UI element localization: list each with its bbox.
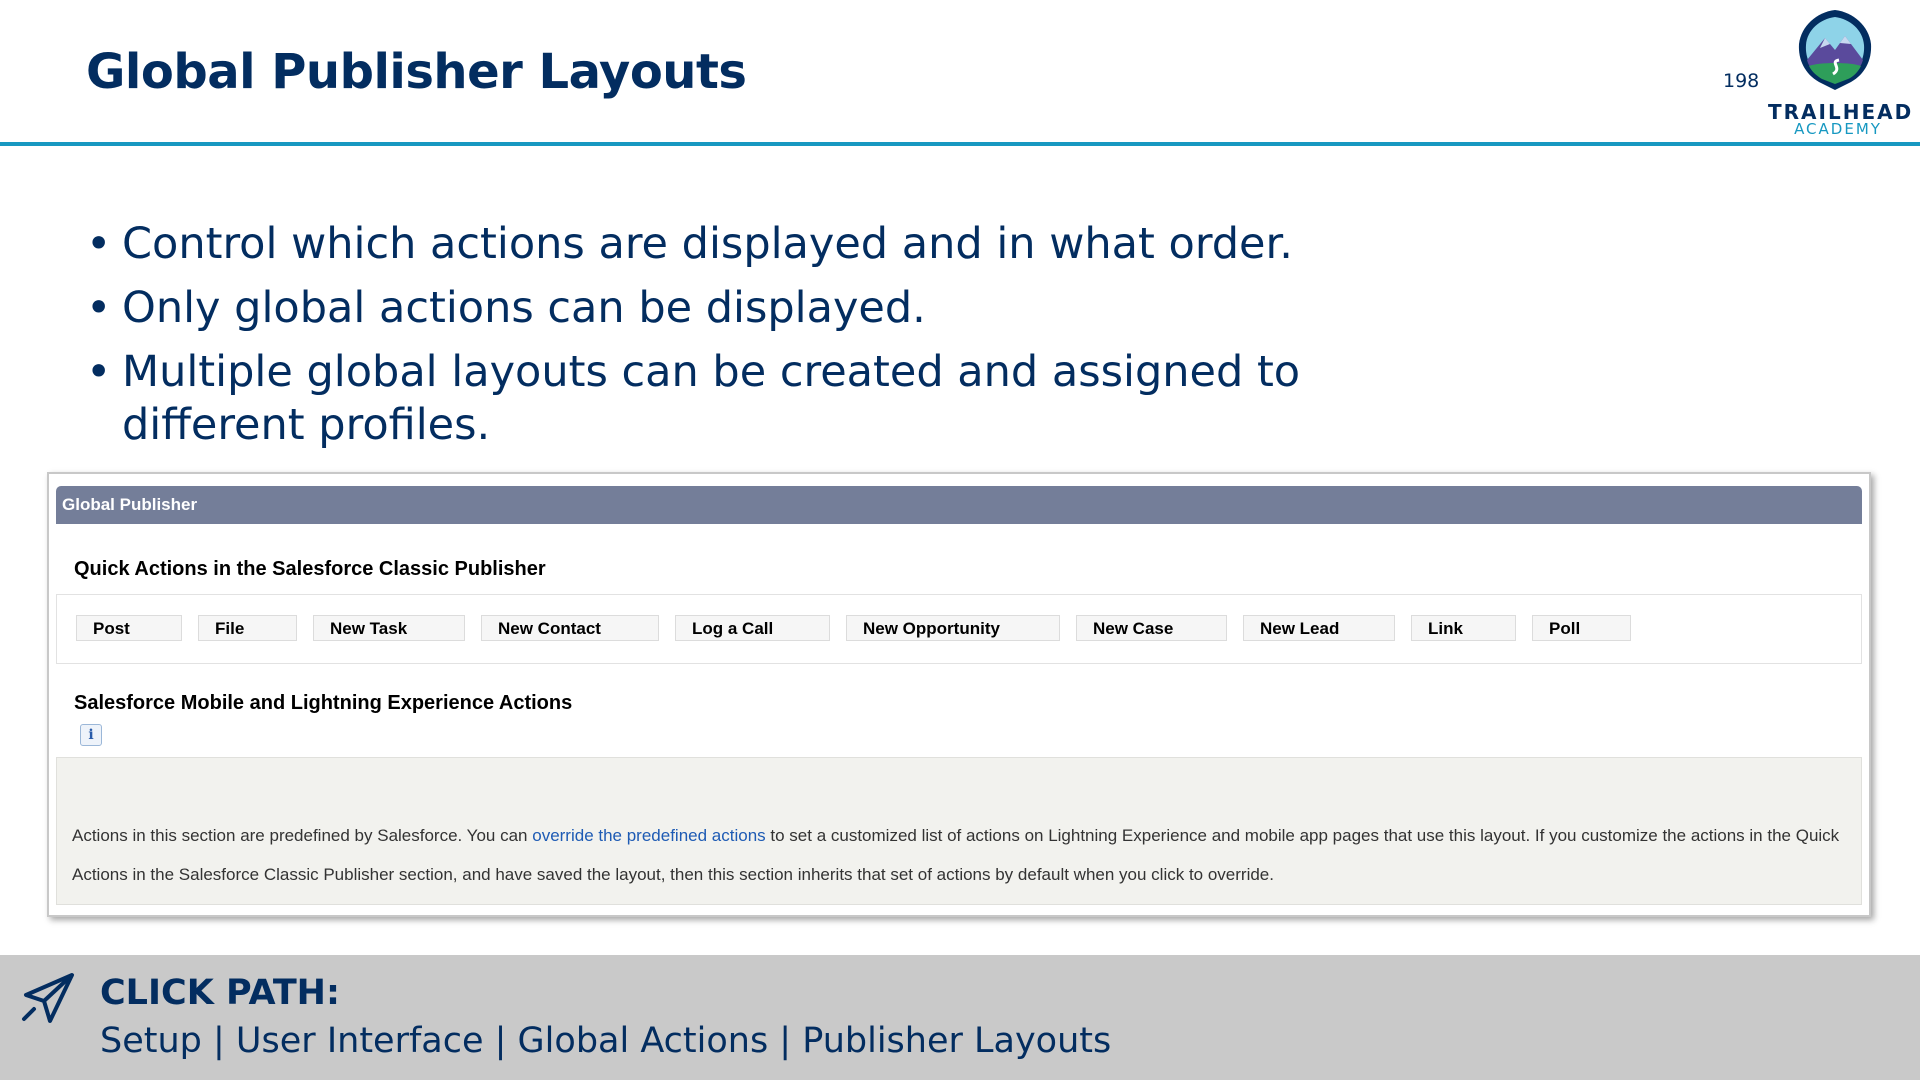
paper-plane-icon: [22, 973, 74, 1023]
bullet-text: Control which actions are displayed and …: [122, 219, 1293, 269]
info-icon[interactable]: i: [80, 724, 102, 746]
override-predefined-actions-link[interactable]: override the predefined actions: [532, 826, 765, 845]
action-new-case[interactable]: New Case: [1076, 615, 1227, 641]
action-file[interactable]: File: [198, 615, 297, 641]
quick-actions-palette: Post File New Task New Contact Log a Cal…: [56, 594, 1862, 664]
bullet-text: Multiple global layouts can be created a…: [122, 347, 1301, 450]
bullet-item: • Only global actions can be displayed.: [86, 282, 1466, 335]
action-new-lead[interactable]: New Lead: [1243, 615, 1395, 641]
global-publisher-header: Global Publisher: [56, 486, 1862, 524]
bullet-dot: •: [86, 347, 112, 397]
click-path-label: CLICK PATH:: [100, 973, 340, 1013]
quick-actions-section-title: Quick Actions in the Salesforce Classic …: [74, 558, 546, 580]
action-new-opportunity[interactable]: New Opportunity: [846, 615, 1060, 641]
trailhead-shield-icon: [1798, 10, 1872, 90]
action-post[interactable]: Post: [76, 615, 182, 641]
trailhead-academy-logo: TRAILHEAD ACADEMY: [1768, 8, 1918, 138]
bullet-item: • Control which actions are displayed and…: [86, 218, 1466, 271]
mobile-actions-area: Actions in this section are predefined b…: [56, 757, 1862, 905]
mobile-actions-section-title: Salesforce Mobile and Lightning Experien…: [74, 692, 573, 714]
bullet-text: Only global actions can be displayed.: [122, 283, 926, 333]
action-new-contact[interactable]: New Contact: [481, 615, 659, 641]
action-poll[interactable]: Poll: [1532, 615, 1631, 641]
bullet-dot: •: [86, 219, 112, 269]
click-path-footer: CLICK PATH: Setup | User Interface | Glo…: [0, 955, 1920, 1080]
action-log-a-call[interactable]: Log a Call: [675, 615, 830, 641]
bullet-dot: •: [86, 283, 112, 333]
slide-title: Global Publisher Layouts: [86, 44, 747, 100]
title-divider: [0, 142, 1920, 146]
global-publisher-screenshot: Global Publisher Quick Actions in the Sa…: [47, 472, 1871, 917]
mobile-actions-description: Actions in this section are predefined b…: [72, 816, 1857, 894]
bullet-item: • Multiple global layouts can be created …: [86, 346, 1426, 452]
description-text: Actions in this section are predefined b…: [72, 826, 533, 845]
action-new-task[interactable]: New Task: [313, 615, 465, 641]
logo-text-academy: ACADEMY: [1794, 120, 1882, 138]
bullet-list: • Control which actions are displayed and…: [86, 218, 1466, 463]
page-number: 198: [1723, 70, 1760, 92]
click-path-text: Setup | User Interface | Global Actions …: [100, 1021, 1112, 1061]
action-link[interactable]: Link: [1411, 615, 1516, 641]
